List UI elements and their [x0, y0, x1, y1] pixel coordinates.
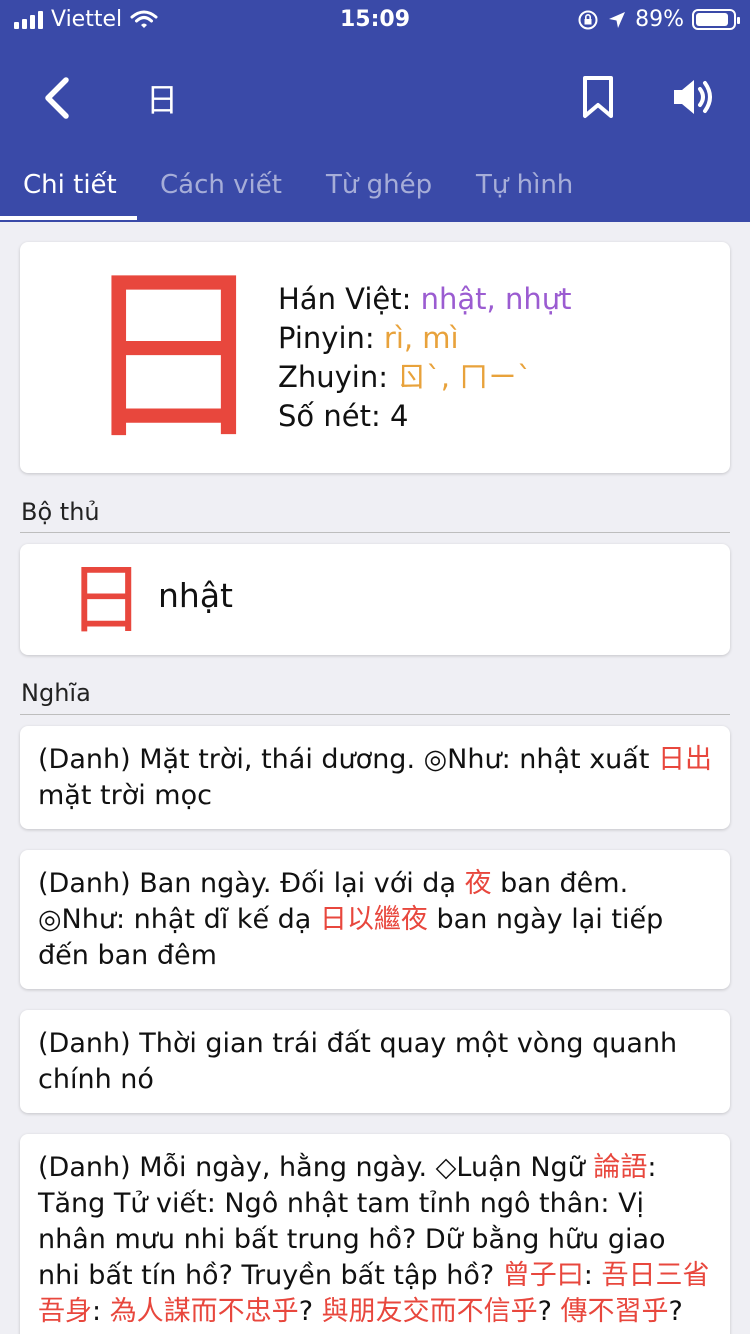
han-viet-label: Hán Việt: [278, 282, 421, 316]
strokes-value: 4 [389, 399, 409, 433]
battery-percent: 89% [635, 7, 684, 32]
chevron-left-icon[interactable] [36, 74, 80, 122]
location-arrow-icon [609, 11, 626, 28]
meaning-section-label: Nghĩa [21, 679, 91, 707]
pinyin-value: rì, mì [383, 321, 459, 355]
hanzi-link[interactable]: 曾子曰 [503, 1260, 584, 1291]
strokes-row: Số nét: 4 [278, 397, 572, 436]
tab-tu-ghep[interactable]: Từ ghép [326, 170, 432, 200]
meaning-text-part: mặt trời mọc [38, 780, 212, 811]
radical-section-label: Bộ thủ [21, 498, 100, 526]
hanzi-link[interactable]: 夜 [465, 868, 492, 899]
radical-card[interactable]: 日 nhật [20, 544, 730, 655]
character-glyph: 日 [78, 246, 269, 467]
battery-fill [696, 13, 729, 26]
tab-cach-viet[interactable]: Cách viết [160, 170, 282, 200]
character-card: 日 Hán Việt: nhật, nhựt Pinyin: rì, mì Zh… [20, 242, 730, 473]
bookmark-icon[interactable] [578, 74, 618, 120]
han-viet-value: nhật, nhựt [420, 282, 572, 316]
nav-bar: 日 [0, 50, 750, 145]
meaning-card: (Danh) Ban ngày. Đối lại với dạ 夜 ban đê… [20, 850, 730, 989]
meaning-text-part: (Danh) Mặt trời, thái dương. ◎Như: nhật … [38, 744, 659, 775]
meaning-text-part: ? [537, 1296, 561, 1327]
battery-icon [692, 9, 740, 30]
page-title: 日 [146, 81, 179, 119]
meaning-text: (Danh) Ban ngày. Đối lại với dạ 夜 ban đê… [20, 850, 730, 990]
section-divider [20, 532, 730, 533]
speaker-icon[interactable] [670, 74, 716, 120]
status-right: 89% [577, 7, 740, 32]
meaning-text-part: ? [298, 1296, 322, 1327]
tab-tu-hinh[interactable]: Tự hình [476, 170, 573, 200]
hanzi-link[interactable]: 日以繼夜 [320, 904, 428, 935]
rotation-lock-icon [578, 10, 598, 29]
meaning-text: (Danh) Mỗi ngày, hằng ngày. ◇Luận Ngữ 論語… [20, 1134, 730, 1334]
hanzi-link[interactable]: 為人謀而不忠乎 [110, 1296, 299, 1327]
meaning-text-part: ? [668, 1296, 683, 1327]
hanzi-link[interactable]: 傳不習乎 [561, 1296, 669, 1327]
pinyin-label: Pinyin: [278, 321, 384, 355]
meaning-text: (Danh) Mặt trời, thái dương. ◎Như: nhật … [20, 726, 730, 830]
meaning-text-part: : [583, 1260, 602, 1291]
meaning-text: (Danh) Thời gian trái đất quay một vòng … [20, 1010, 730, 1114]
hanzi-link[interactable]: 日出 [658, 744, 712, 775]
hanzi-link[interactable]: 論語 [593, 1152, 647, 1183]
pinyin-row: Pinyin: rì, mì [278, 319, 572, 358]
radical-glyph: 日 [68, 555, 144, 644]
meaning-text-part: : [92, 1296, 110, 1327]
han-viet-row: Hán Việt: nhật, nhựt [278, 280, 572, 319]
hanzi-link[interactable]: 與朋友交而不信乎 [322, 1296, 538, 1327]
section-divider [20, 714, 730, 715]
status-bar: Viettel 15:09 89% [0, 0, 750, 40]
meaning-text-part: (Danh) Ban ngày. Đối lại với dạ [38, 868, 465, 899]
meaning-card: (Danh) Thời gian trái đất quay một vòng … [20, 1010, 730, 1113]
meaning-text-part: (Danh) Mỗi ngày, hằng ngày. ◇Luận Ngữ [38, 1152, 594, 1183]
character-info: Hán Việt: nhật, nhựt Pinyin: rì, mì Zhuy… [278, 280, 572, 436]
meaning-card: (Danh) Mỗi ngày, hằng ngày. ◇Luận Ngữ 論語… [20, 1134, 730, 1334]
radical-name: nhật [158, 576, 233, 615]
app-header: Viettel 15:09 89% 日 Chi tiết Cách viết T… [0, 0, 750, 222]
meaning-text-part: (Danh) Thời gian trái đất quay một vòng … [38, 1028, 678, 1095]
meaning-card: (Danh) Mặt trời, thái dương. ◎Như: nhật … [20, 726, 730, 829]
tab-bar: Chi tiết Cách viết Từ ghép Tự hình [0, 160, 750, 222]
zhuyin-label: Zhuyin: [278, 360, 398, 394]
zhuyin-row: Zhuyin: ㄖˋ, ㄇㄧˋ [278, 358, 572, 397]
tab-chi-tiet[interactable]: Chi tiết [23, 170, 117, 200]
active-tab-indicator [0, 216, 137, 220]
strokes-label: Số nét: [278, 399, 390, 433]
zhuyin-value: ㄖˋ, ㄇㄧˋ [397, 360, 532, 394]
